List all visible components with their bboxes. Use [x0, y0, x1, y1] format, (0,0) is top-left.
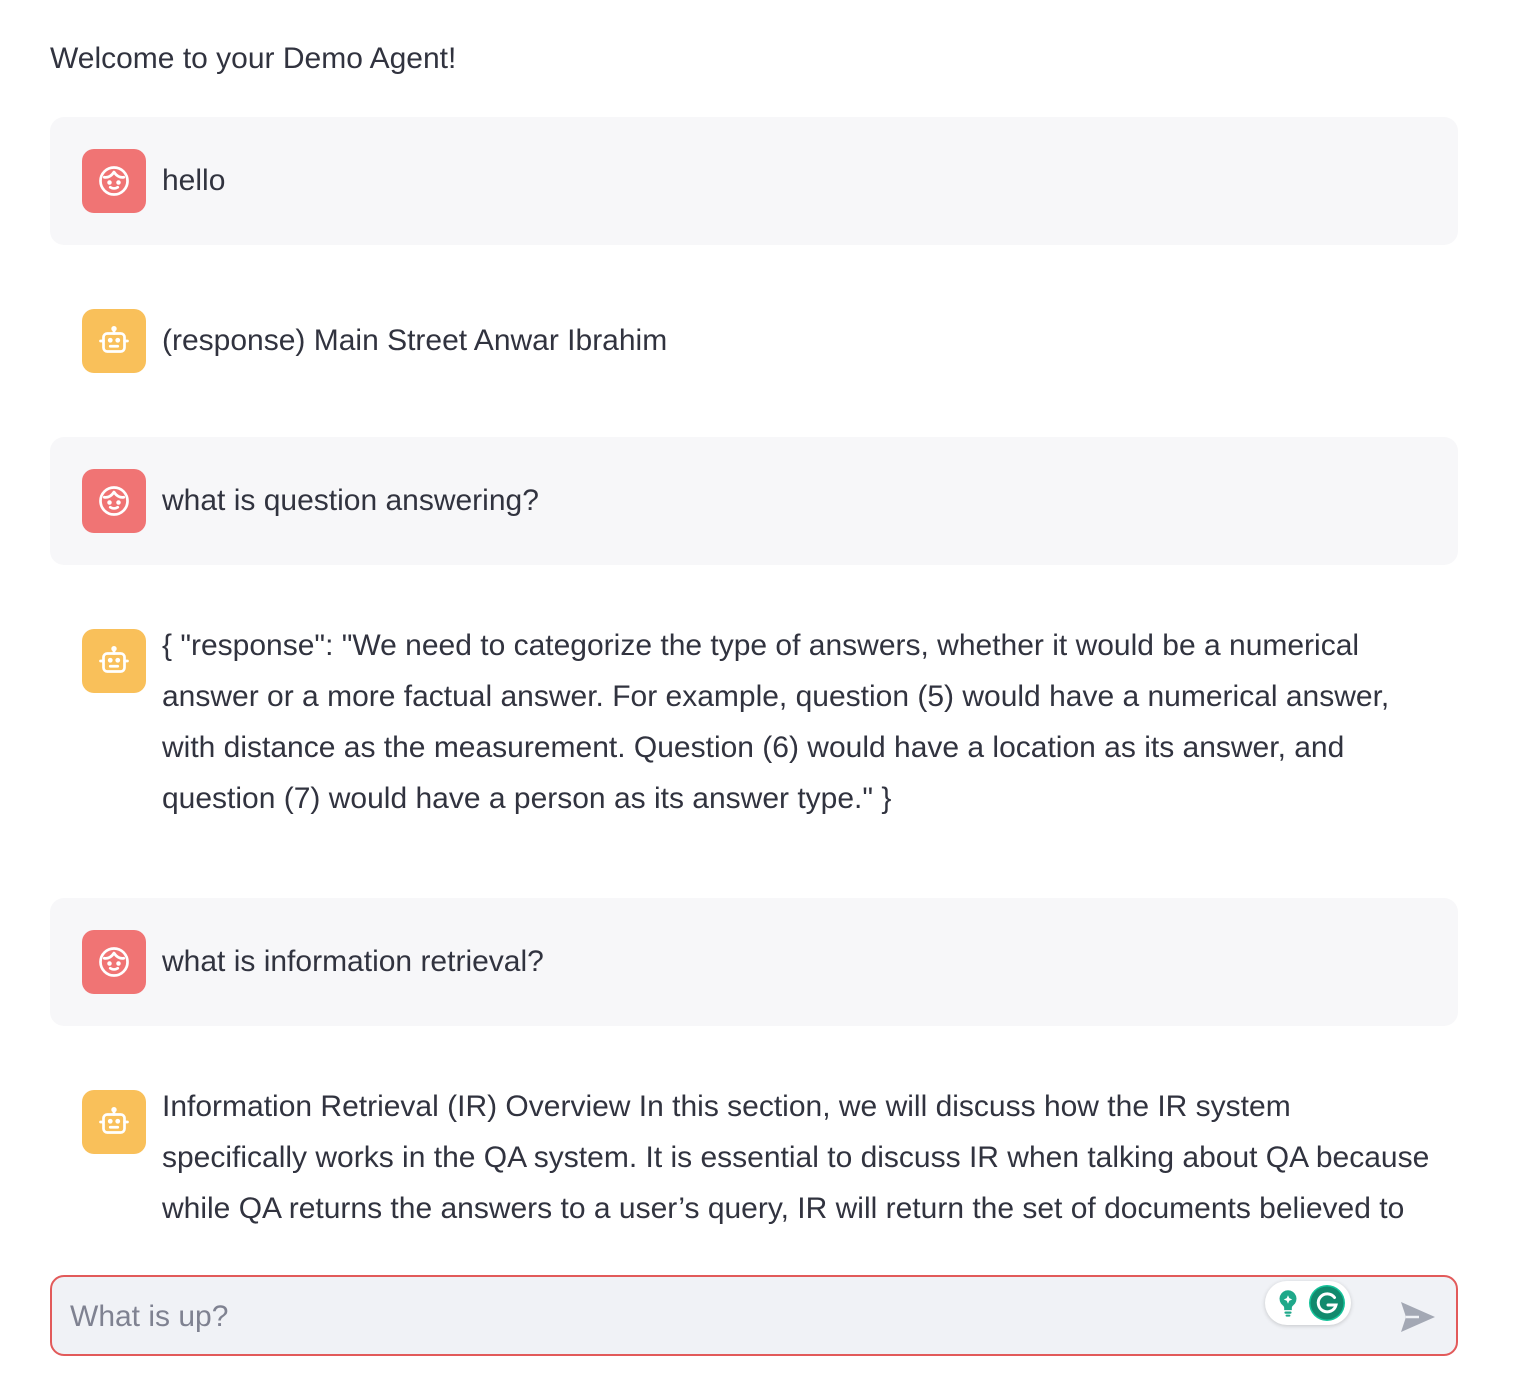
grammarly-suggestion-icon[interactable] — [1271, 1286, 1305, 1320]
send-button[interactable] — [1398, 1297, 1438, 1337]
chat-message-list[interactable]: hello (response) Main Street Anwar Ibrah… — [50, 117, 1458, 1245]
user-message: what is question answering? — [50, 437, 1458, 565]
robot-icon — [99, 326, 129, 353]
user-face-icon — [99, 486, 129, 516]
user-message: what is information retrieval? — [50, 898, 1458, 1026]
assistant-avatar — [82, 629, 146, 693]
grammarly-logo-icon[interactable] — [1307, 1283, 1347, 1323]
welcome-heading: Welcome to your Demo Agent! — [50, 42, 457, 75]
assistant-message: (response) Main Street Anwar Ibrahim — [50, 277, 1458, 405]
user-avatar — [82, 930, 146, 994]
user-avatar — [82, 469, 146, 533]
user-face-icon — [99, 947, 129, 977]
chat-input[interactable] — [68, 1277, 1252, 1356]
user-face-icon — [99, 166, 129, 196]
robot-icon — [99, 1107, 129, 1134]
robot-icon — [99, 646, 129, 673]
user-message: hello — [50, 117, 1458, 245]
message-text: (response) Main Street Anwar Ibrahim — [162, 324, 668, 357]
assistant-avatar — [82, 309, 146, 373]
grammarly-widget[interactable] — [1265, 1281, 1351, 1325]
message-text: what is information retrieval? — [162, 945, 544, 978]
assistant-message: Information Retrieval (IR) Overview In t… — [50, 1058, 1458, 1245]
user-avatar — [82, 149, 146, 213]
assistant-avatar — [82, 1090, 146, 1154]
message-text: Information Retrieval (IR) Overview In t… — [162, 1090, 1430, 1245]
assistant-message: { "response": "We need to categorize the… — [50, 597, 1458, 897]
message-text: { "response": "We need to categorize the… — [162, 629, 1398, 815]
chat-page: Welcome to your Demo Agent! hello (respo… — [0, 0, 1526, 1384]
send-arrow-icon — [1401, 1302, 1435, 1332]
message-text: what is question answering? — [162, 484, 539, 517]
chat-input-container — [50, 1275, 1458, 1356]
message-text: hello — [162, 164, 226, 197]
